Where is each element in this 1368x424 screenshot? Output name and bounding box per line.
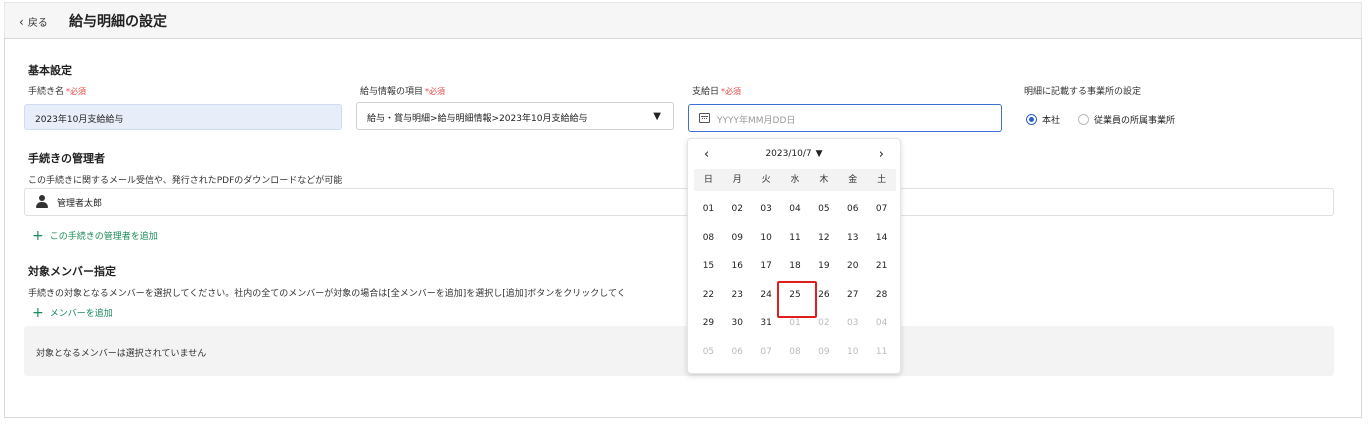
calendar-day[interactable]: 01 <box>694 195 723 224</box>
calendar-day[interactable]: 14 <box>867 224 896 253</box>
payday-label: 支給日 *必須 <box>692 84 741 97</box>
members-section-title: 対象メンバー指定 <box>28 265 116 278</box>
calendar-day[interactable]: 25 <box>781 281 810 310</box>
caret-down-icon: ▼ <box>815 149 823 159</box>
plus-icon: + <box>32 227 44 244</box>
calendar-day[interactable]: 03 <box>752 195 781 224</box>
calendar-day[interactable]: 21 <box>867 252 896 281</box>
members-empty-state: 対象となるメンバーは選択されていません <box>24 326 1334 376</box>
calendar-day[interactable]: 27 <box>838 281 867 310</box>
calendar-day[interactable]: 05 <box>694 338 723 367</box>
procname-input[interactable]: 2023年10月支給給与 <box>24 104 342 130</box>
calendar-day[interactable]: 04 <box>781 195 810 224</box>
calendar-day[interactable]: 15 <box>694 252 723 281</box>
date-picker-popup: ‹ 2023/10/7 ▼ › 日月火水木金土 01 02 03 04 05 06 07 08 0… <box>687 138 901 374</box>
manager-row: 管理者太郎 <box>24 188 1334 216</box>
calendar-day[interactable]: 30 <box>723 309 752 338</box>
calendar-day[interactable]: 10 <box>752 224 781 253</box>
calendar-icon <box>699 113 710 123</box>
chevron-right-icon[interactable]: › <box>879 147 884 162</box>
office-option-label: 本社 <box>1042 116 1061 126</box>
office-radio-member[interactable]: 従業員の所属事業所 <box>1078 113 1175 126</box>
weekday-header: 水 <box>790 175 800 185</box>
add-member-button[interactable]: + メンバーを追加 <box>32 304 113 321</box>
procname-label: 手続き名 *必須 <box>28 84 86 97</box>
required-mark: *必須 <box>66 87 87 96</box>
calendar-day[interactable]: 07 <box>752 338 781 367</box>
add-manager-label: この手続きの管理者を追加 <box>49 232 158 242</box>
calendar-day[interactable]: 09 <box>723 224 752 253</box>
calendar-month-label: 2023/10/7 <box>765 149 812 159</box>
weekday-header: 木 <box>819 175 829 185</box>
calendar-month-selector[interactable]: 2023/10/7 ▼ <box>688 149 900 159</box>
radio-unselected-icon <box>1078 114 1089 125</box>
office-radio-head[interactable]: 本社 <box>1026 113 1060 126</box>
members-description: 手続きの対象となるメンバーを選択してください。社内の全てのメンバーが対象の場合は… <box>28 289 626 299</box>
calendar-day[interactable]: 22 <box>694 281 723 310</box>
calendar-day[interactable]: 02 <box>809 309 838 338</box>
add-manager-button[interactable]: + この手続きの管理者を追加 <box>32 227 158 244</box>
calendar-day[interactable]: 12 <box>809 224 838 253</box>
required-mark: *必須 <box>425 87 446 96</box>
avatar <box>35 195 49 209</box>
item-select-value: 給与・賞与明細>給与明細情報>2023年10月支給給与 <box>367 114 588 124</box>
page-header: ‹ 戻る 給与明細の設定 <box>4 2 1362 38</box>
calendar-day[interactable]: 17 <box>752 252 781 281</box>
payday-placeholder: YYYY年MM月DD日 <box>717 116 796 126</box>
weekday-header: 火 <box>761 175 771 185</box>
payday-input[interactable]: YYYY年MM月DD日 <box>688 104 1002 132</box>
manager-section-title: 手続きの管理者 <box>28 152 105 165</box>
calendar-day[interactable]: 11 <box>867 338 896 367</box>
chevron-left-icon: ‹ <box>19 14 24 29</box>
item-select[interactable]: 給与・賞与明細>給与明細情報>2023年10月支給給与 ▼ <box>356 102 674 130</box>
plus-icon: + <box>32 304 44 321</box>
calendar-day[interactable]: 13 <box>838 224 867 253</box>
weekday-header: 月 <box>732 175 742 185</box>
calendar-day[interactable]: 09 <box>809 338 838 367</box>
procname-label-text: 手続き名 <box>28 87 65 97</box>
calendar-day[interactable]: 06 <box>723 338 752 367</box>
calendar-day[interactable]: 06 <box>838 195 867 224</box>
weekday-header: 日 <box>703 175 713 185</box>
office-option-label: 従業員の所属事業所 <box>1094 116 1176 126</box>
item-label-text: 給与情報の項目 <box>360 87 424 97</box>
payday-label-text: 支給日 <box>692 87 720 97</box>
item-label: 給与情報の項目 *必須 <box>360 84 445 97</box>
calendar-day[interactable]: 26 <box>809 281 838 310</box>
calendar-day[interactable]: 19 <box>809 252 838 281</box>
calendar-day[interactable]: 08 <box>694 224 723 253</box>
calendar-weekdays: 日月火水木金土 <box>694 169 896 191</box>
weekday-header: 土 <box>877 175 887 185</box>
calendar-day[interactable]: 16 <box>723 252 752 281</box>
calendar-day[interactable]: 31 <box>752 309 781 338</box>
calendar-day[interactable]: 23 <box>723 281 752 310</box>
calendar-day[interactable]: 05 <box>809 195 838 224</box>
calendar-day[interactable]: 18 <box>781 252 810 281</box>
calendar-day[interactable]: 07 <box>867 195 896 224</box>
radio-selected-icon <box>1026 114 1037 125</box>
calendar-day[interactable]: 08 <box>781 338 810 367</box>
calendar-day[interactable]: 03 <box>838 309 867 338</box>
back-button[interactable]: ‹ 戻る <box>19 14 48 30</box>
calendar-day[interactable]: 20 <box>838 252 867 281</box>
back-label: 戻る <box>27 18 48 29</box>
calendar-day[interactable]: 29 <box>694 309 723 338</box>
required-mark: *必須 <box>721 87 742 96</box>
basic-section-title: 基本設定 <box>28 64 72 77</box>
calendar-days: 01 02 03 04 05 06 07 08 09 10 11 12 13 14 15 16 17 18 19 20… <box>694 195 896 367</box>
calendar-day[interactable]: 11 <box>781 224 810 253</box>
caret-down-icon: ▼ <box>653 111 661 122</box>
calendar-day[interactable]: 28 <box>867 281 896 310</box>
manager-name: 管理者太郎 <box>57 198 103 209</box>
weekday-header: 金 <box>848 175 858 185</box>
calendar-day[interactable]: 02 <box>723 195 752 224</box>
calendar-day[interactable]: 01 <box>781 309 810 338</box>
calendar-day[interactable]: 10 <box>838 338 867 367</box>
page-title: 給与明細の設定 <box>69 14 167 30</box>
office-label: 明細に記載する事業所の設定 <box>1024 87 1142 97</box>
manager-description: この手続きに関するメール受信や、発行されたPDFのダウンロードなどが可能 <box>28 176 343 186</box>
add-member-label: メンバーを追加 <box>49 309 113 319</box>
calendar-day[interactable]: 04 <box>867 309 896 338</box>
